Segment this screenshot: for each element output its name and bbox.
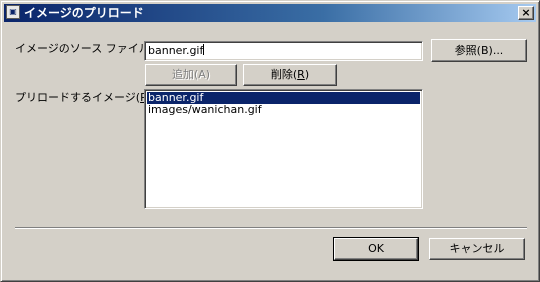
- add-button[interactable]: 追加(A): [145, 64, 237, 86]
- source-file-label-text: イメージのソース ファイル(: [15, 42, 155, 55]
- list-item[interactable]: images/wanichan.gif: [147, 104, 420, 116]
- close-button[interactable]: ×: [518, 6, 534, 20]
- remove-button-label: 削除(: [270, 68, 298, 81]
- preload-label-text: プリロードするイメージ(: [15, 91, 141, 104]
- remove-button-accesskey: R: [297, 68, 305, 81]
- dialog-title: イメージのプリロード: [24, 6, 144, 20]
- preload-images-list[interactable]: banner.gif images/wanichan.gif: [144, 89, 423, 209]
- cancel-button[interactable]: キャンセル: [429, 238, 525, 260]
- remove-button[interactable]: 削除(R): [243, 64, 337, 86]
- browse-button[interactable]: 参照(B)...: [431, 39, 527, 62]
- source-file-input[interactable]: banner.gif: [144, 41, 423, 61]
- ok-button[interactable]: OK: [333, 237, 419, 261]
- text-caret: [203, 44, 205, 55]
- source-file-value: banner.gif: [148, 44, 204, 57]
- remove-button-label-end: ): [304, 68, 310, 81]
- app-window-icon: ▣: [6, 5, 20, 19]
- separator: [15, 227, 527, 229]
- title-bar[interactable]: ▣ イメージのプリロード ×: [4, 4, 536, 22]
- preload-images-label: プリロードするイメージ(P):: [15, 91, 155, 105]
- preload-images-dialog: ▣ イメージのプリロード × イメージのソース ファイル(I): banner.…: [0, 0, 540, 282]
- source-file-label: イメージのソース ファイル(I):: [15, 42, 165, 56]
